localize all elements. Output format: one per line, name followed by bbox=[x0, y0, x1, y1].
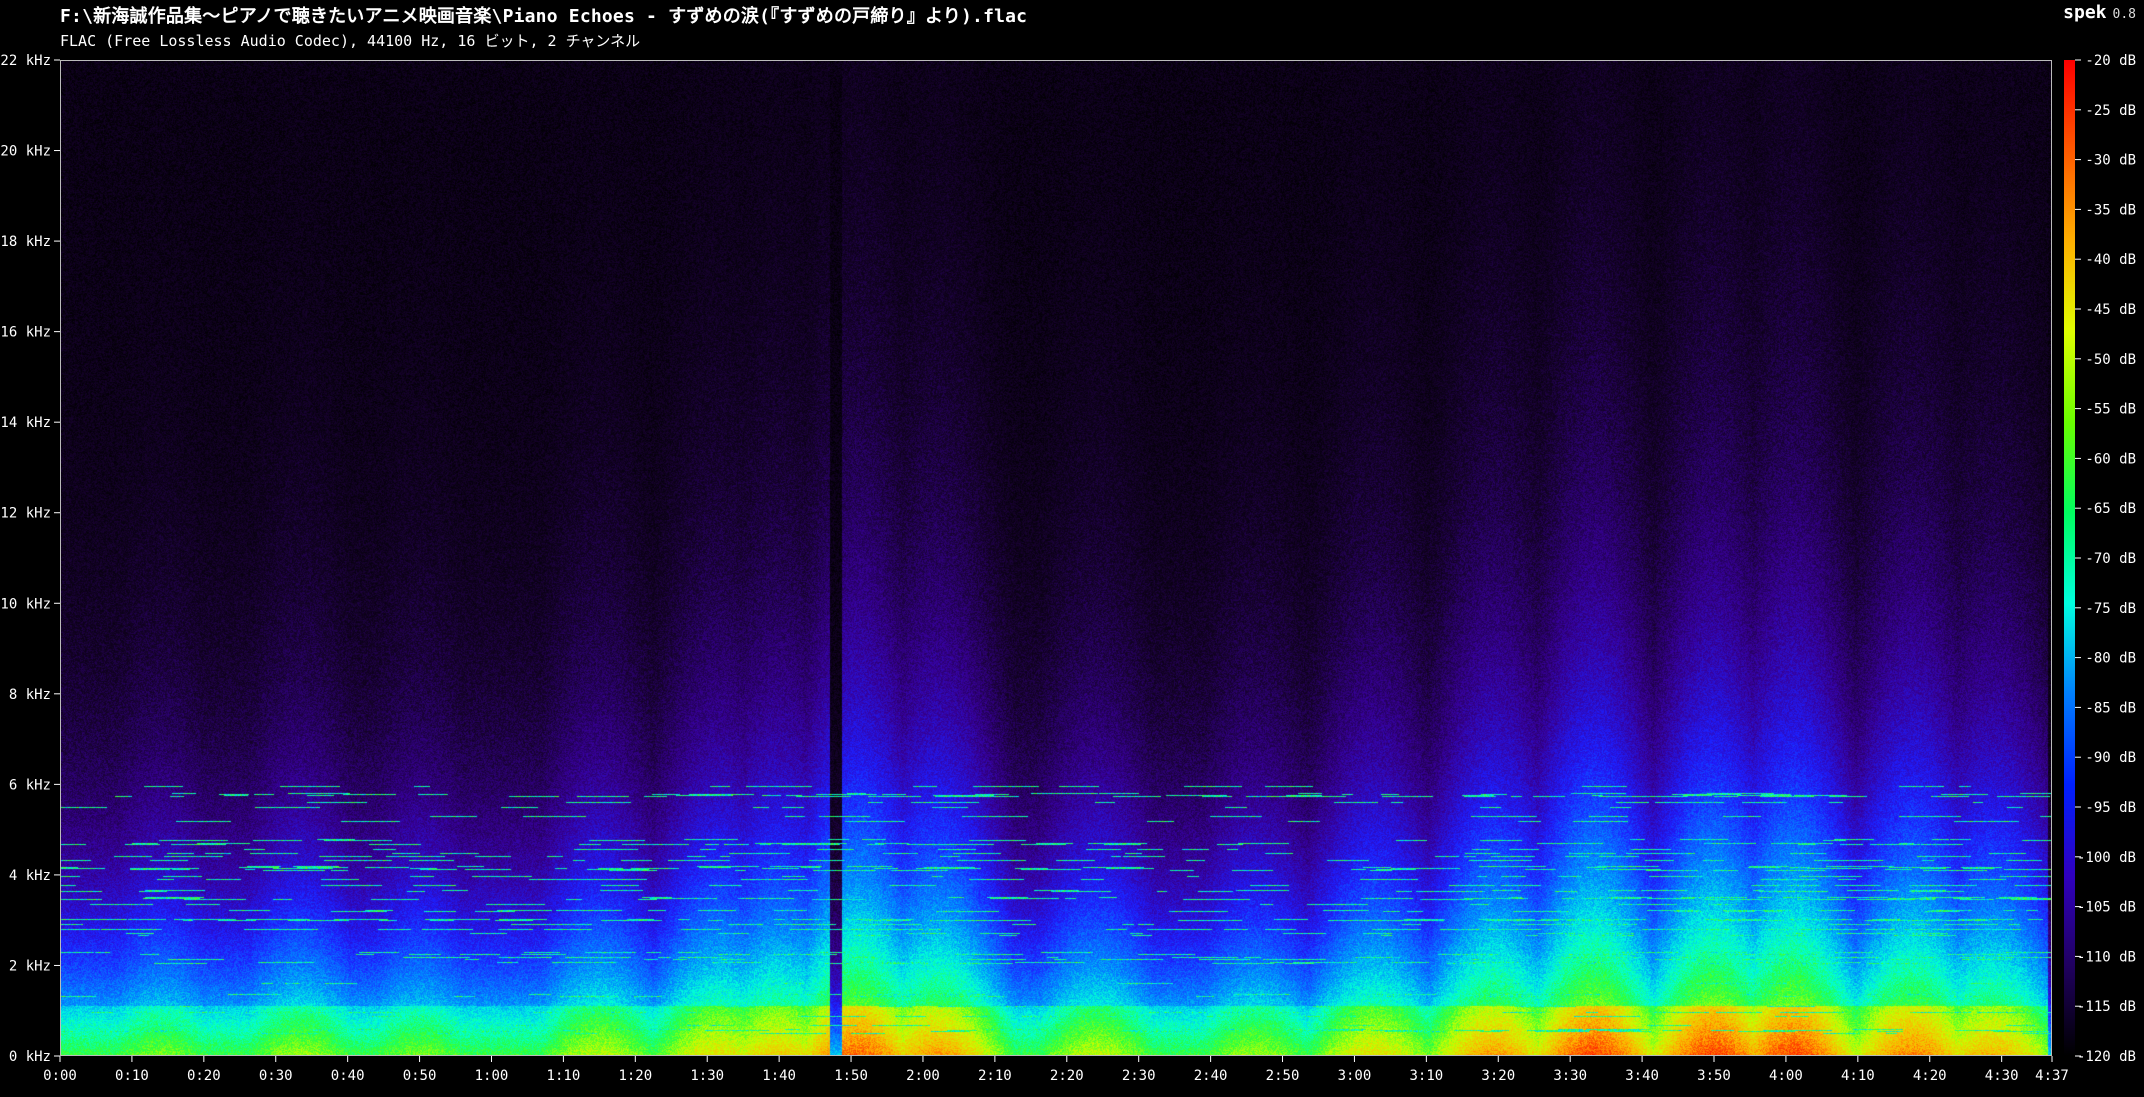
db-tick-label: -120 dB bbox=[2077, 1049, 2136, 1065]
time-tick-label: 0:30 bbox=[259, 1068, 293, 1084]
time-tick-label: 2:30 bbox=[1122, 1068, 1156, 1084]
db-tick-label: -110 dB bbox=[2077, 949, 2136, 965]
time-tick-label: 0:40 bbox=[331, 1068, 365, 1084]
db-tick-label: -45 dB bbox=[2085, 302, 2136, 318]
db-tick-label: -85 dB bbox=[2085, 700, 2136, 716]
time-tick-label: 2:40 bbox=[1194, 1068, 1228, 1084]
db-tick-label: -90 dB bbox=[2085, 750, 2136, 766]
db-tick-label: -50 dB bbox=[2085, 352, 2136, 368]
freq-tick-label: 0 kHz bbox=[9, 1049, 51, 1065]
time-tick-label: 1:50 bbox=[834, 1068, 868, 1084]
db-tick-label: -20 dB bbox=[2085, 53, 2136, 69]
freq-tick-label: 10 kHz bbox=[0, 596, 51, 612]
time-tick-label: 1:40 bbox=[762, 1068, 796, 1084]
db-tick-label: -40 dB bbox=[2085, 252, 2136, 268]
db-tick-label: -30 dB bbox=[2085, 153, 2136, 169]
time-tick-label: 0:00 bbox=[43, 1068, 77, 1084]
time-tick-label: 2:50 bbox=[1266, 1068, 1300, 1084]
freq-tick-label: 18 kHz bbox=[0, 234, 51, 250]
time-tick-label: 2:00 bbox=[906, 1068, 940, 1084]
time-tick-label: 3:10 bbox=[1409, 1068, 1443, 1084]
time-tick-label: 1:30 bbox=[690, 1068, 724, 1084]
db-tick-label: -100 dB bbox=[2077, 850, 2136, 866]
freq-tick-label: 12 kHz bbox=[0, 506, 51, 522]
db-tick-label: -55 dB bbox=[2085, 402, 2136, 418]
time-tick-label: 0:20 bbox=[187, 1068, 221, 1084]
time-tick-label: 4:00 bbox=[1769, 1068, 1803, 1084]
freq-tick-label: 2 kHz bbox=[9, 958, 51, 974]
time-tick-label: 1:00 bbox=[475, 1068, 509, 1084]
time-tick-label: 4:20 bbox=[1913, 1068, 1947, 1084]
freq-tick-label: 4 kHz bbox=[9, 868, 51, 884]
time-tick-label: 0:50 bbox=[403, 1068, 437, 1084]
db-tick-label: -70 dB bbox=[2085, 551, 2136, 567]
time-tick-label: 3:20 bbox=[1481, 1068, 1515, 1084]
time-tick-label: 3:50 bbox=[1697, 1068, 1731, 1084]
time-tick-label: 4:37 bbox=[2035, 1068, 2069, 1084]
freq-tick-label: 16 kHz bbox=[0, 325, 51, 341]
db-tick-label: -75 dB bbox=[2085, 601, 2136, 617]
db-tick-label: -35 dB bbox=[2085, 202, 2136, 218]
db-tick-label: -105 dB bbox=[2077, 900, 2136, 916]
time-tick-label: 3:30 bbox=[1553, 1068, 1587, 1084]
freq-tick-label: 22 kHz bbox=[0, 53, 51, 69]
time-tick-label: 4:30 bbox=[1985, 1068, 2019, 1084]
freq-tick-label: 6 kHz bbox=[9, 777, 51, 793]
time-tick-label: 2:20 bbox=[1050, 1068, 1084, 1084]
db-tick-label: -60 dB bbox=[2085, 451, 2136, 467]
time-tick-label: 0:10 bbox=[115, 1068, 149, 1084]
time-tick-label: 3:00 bbox=[1338, 1068, 1372, 1084]
db-tick-label: -25 dB bbox=[2085, 103, 2136, 119]
time-tick-label: 4:10 bbox=[1841, 1068, 1875, 1084]
axes-overlay: 0 kHz 2 kHz 4 kHz 6 kHz 8 kHz 10 kHz 12 kHz 14 … bbox=[0, 53, 2136, 1084]
db-tick-label: -95 dB bbox=[2085, 800, 2136, 816]
spek-window: F:\新海誠作品集〜ピアノで聴きたいアニメ映画音楽\Piano Echoes -… bbox=[0, 0, 2144, 1097]
freq-tick-label: 8 kHz bbox=[9, 687, 51, 703]
db-tick-label: -80 dB bbox=[2085, 651, 2136, 667]
db-tick-label: -115 dB bbox=[2077, 999, 2136, 1015]
time-tick-label: 1:20 bbox=[618, 1068, 652, 1084]
time-tick-label: 3:40 bbox=[1625, 1068, 1659, 1084]
freq-tick-label: 20 kHz bbox=[0, 144, 51, 160]
time-tick-label: 1:10 bbox=[547, 1068, 581, 1084]
time-tick-label: 2:10 bbox=[978, 1068, 1012, 1084]
freq-tick-label: 14 kHz bbox=[0, 415, 51, 431]
db-tick-label: -65 dB bbox=[2085, 501, 2136, 517]
